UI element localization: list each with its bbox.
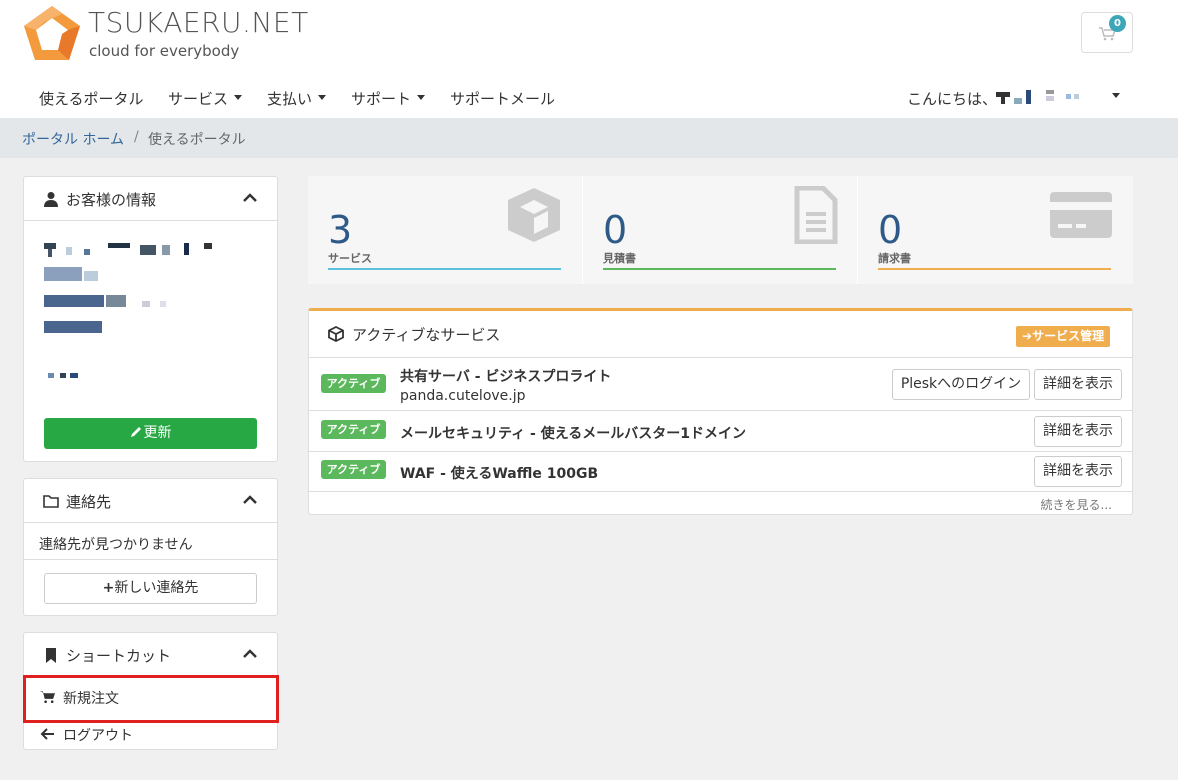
service-domain: panda.cutelove.jp [400, 388, 526, 404]
panel-title: 連絡先 [66, 493, 112, 511]
contacts-header[interactable]: 連絡先 [24, 479, 277, 523]
new-contact-button[interactable]: +新しい連絡先 [44, 573, 257, 604]
shortcuts-header[interactable]: ショートカット [24, 633, 277, 677]
customer-info-header[interactable]: お客様の情報 [24, 177, 277, 221]
caret-down-icon [1112, 93, 1120, 98]
service-row[interactable]: アクティブ WAF - 使えるWaffle 100GB 詳細を表示 [309, 453, 1132, 492]
stat-label: サービス [328, 252, 372, 265]
service-row[interactable]: アクティブ メールセキュリティ - 使えるメールバスター1ドメイン 詳細を表示 [309, 412, 1132, 452]
stat-underline [328, 268, 561, 270]
divider [24, 559, 277, 560]
nav-item-support[interactable]: サポート [351, 88, 426, 109]
nav-item-portal[interactable]: 使えるポータル [39, 88, 144, 109]
folder-icon [43, 495, 59, 508]
caret-down-icon [417, 95, 426, 100]
update-label: 更新 [143, 425, 172, 441]
cart-button[interactable] [1081, 12, 1133, 53]
view-details-button[interactable]: 詳細を表示 [1034, 456, 1122, 487]
breadcrumb: ポータル ホーム / 使えるポータル [0, 118, 1178, 158]
pencil-icon [130, 427, 141, 437]
stat-quotes[interactable]: 0 見積書 [583, 176, 858, 284]
breadcrumb-home-link[interactable]: ポータル ホーム [22, 129, 124, 149]
manage-services-button[interactable]: ➔サービス管理 [1016, 326, 1111, 347]
logo-icon[interactable] [22, 4, 82, 62]
status-badge: アクティブ [321, 460, 386, 479]
service-name[interactable]: 共有サーバ - ビジネスプロライト [400, 366, 611, 386]
plesk-login-button[interactable]: Pleskへのログイン [892, 369, 1030, 400]
nav-label: 使えるポータル [39, 90, 144, 108]
service-row[interactable]: アクティブ 共有サーバ - ビジネスプロライト panda.cutelove.j… [309, 359, 1132, 411]
arrow-left-icon [40, 728, 54, 740]
contacts-panel: 連絡先 連絡先が見つかりません +新しい連絡先 [23, 478, 278, 616]
plus-icon: + [102, 580, 115, 596]
nav-item-support-mail[interactable]: サポートメール [450, 88, 555, 109]
highlight-box [23, 675, 279, 723]
stat-value: 0 [878, 208, 903, 252]
nav-label: サポート [351, 90, 412, 108]
cart-count-badge: 0 [1109, 15, 1126, 32]
user-icon [44, 192, 58, 207]
panel-title: お客様の情報 [66, 191, 157, 209]
user-menu-toggle[interactable] [1106, 88, 1120, 106]
stat-invoices[interactable]: 0 請求書 [858, 176, 1133, 284]
caret-down-icon [234, 95, 243, 100]
nav-label: 支払い [267, 90, 313, 108]
stat-label: 請求書 [878, 252, 911, 265]
service-name[interactable]: メールセキュリティ - 使えるメールバスター1ドメイン [400, 423, 746, 443]
document-icon [794, 186, 838, 244]
view-more-link[interactable]: 続きを見る... [1041, 496, 1112, 513]
nav-label: サポートメール [450, 90, 556, 108]
panel-title: アクティブなサービス [352, 326, 501, 344]
chevron-up-icon[interactable] [243, 494, 257, 504]
site-header: TSUKAERU.NET cloud for everybody 0 [0, 0, 1178, 76]
stat-services[interactable]: 3 サービス [308, 176, 583, 284]
active-services-header: アクティブなサービス ➔サービス管理 [309, 311, 1132, 358]
stats-strip: 3 サービス 0 見積書 0 請求書 [308, 176, 1133, 284]
logo-title[interactable]: TSUKAERU.NET [88, 6, 309, 39]
new-contact-label: 新しい連絡先 [114, 580, 199, 596]
arrow-right-icon: ➔ [1022, 329, 1033, 343]
cube-icon [328, 326, 344, 342]
nav-item-services[interactable]: サービス [168, 88, 243, 109]
user-greeting[interactable]: こんにちは、 [907, 88, 997, 109]
breadcrumb-current: 使えるポータル [148, 132, 246, 148]
bookmark-icon [46, 648, 56, 663]
logo-subtitle: cloud for everybody [89, 42, 240, 60]
nav-item-billing[interactable]: 支払い [267, 88, 327, 109]
view-details-button[interactable]: 詳細を表示 [1034, 416, 1122, 447]
shortcut-label: ログアウト [63, 728, 133, 744]
redacted-username [996, 90, 1086, 104]
panel-title: ショートカット [66, 647, 172, 665]
stat-underline [603, 268, 836, 270]
caret-down-icon [318, 95, 327, 100]
cube-icon [508, 188, 560, 242]
status-badge: アクティブ [321, 374, 386, 393]
nav-label: サービス [168, 90, 229, 108]
stat-value: 3 [328, 208, 353, 252]
stat-value: 0 [603, 208, 628, 252]
customer-info-panel: お客様の情報 更新 [23, 176, 278, 462]
contacts-empty-text: 連絡先が見つかりません [39, 537, 193, 553]
credit-card-icon [1050, 192, 1112, 238]
update-button[interactable]: 更新 [44, 418, 257, 449]
stat-underline [878, 268, 1111, 270]
view-details-button[interactable]: 詳細を表示 [1034, 369, 1122, 400]
manage-services-label: サービス管理 [1032, 329, 1105, 343]
chevron-up-icon[interactable] [243, 648, 257, 658]
chevron-up-icon[interactable] [243, 192, 257, 202]
greeting-text: こんにちは、 [907, 90, 998, 108]
status-badge: アクティブ [321, 420, 386, 439]
stat-label: 見積書 [603, 252, 636, 265]
breadcrumb-separator: / [134, 129, 139, 145]
active-services-panel: アクティブなサービス ➔サービス管理 アクティブ 共有サーバ - ビジネスプロラ… [308, 308, 1133, 515]
redacted-customer-info [44, 243, 244, 383]
service-name[interactable]: WAF - 使えるWaffle 100GB [400, 463, 598, 483]
